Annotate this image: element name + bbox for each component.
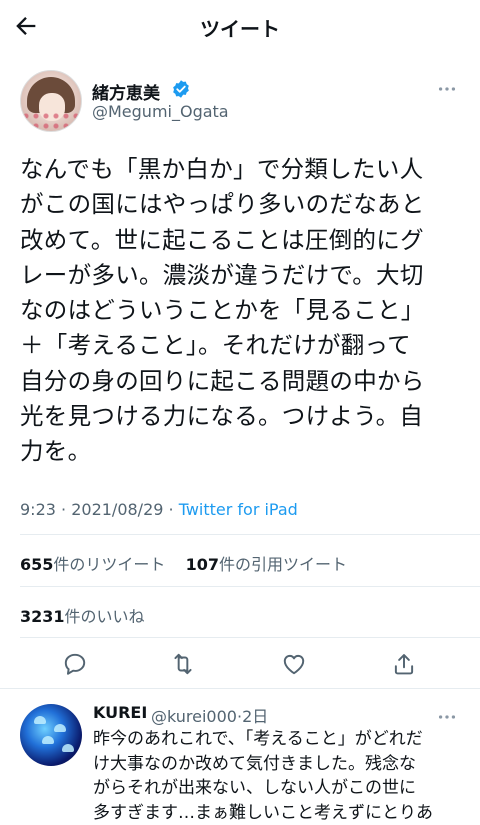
reply-author-name[interactable]: KUREI xyxy=(93,703,147,722)
reply-time: 2日 xyxy=(242,707,269,726)
retweet-quote-stats: 655件のリツイート 107件の引用ツイート xyxy=(20,551,347,575)
reply-text: 昨今のあれこれで、「考えること」がどれだ け大事なのか改めて気付きました。残念な… xyxy=(93,729,433,823)
author-avatar[interactable] xyxy=(20,70,82,132)
quote-label: 件の引用ツイート xyxy=(219,555,348,574)
reply-author-meta: @kurei000·2日 xyxy=(151,703,268,727)
action-bar xyxy=(0,645,480,685)
tweet-date: 2021/08/29 xyxy=(71,500,164,519)
more-options-icon[interactable] xyxy=(436,706,458,728)
retweet-label: 件のリツイート xyxy=(53,555,166,574)
tweet-time: 9:23 xyxy=(20,500,56,519)
divider xyxy=(20,534,480,535)
divider xyxy=(20,586,480,587)
like-count: 3231 xyxy=(20,607,65,626)
tweet-meta: 9:23 · 2021/08/29 · Twitter for iPad xyxy=(20,500,298,519)
likes-link[interactable]: 3231件のいいね xyxy=(20,603,145,627)
reply-avatar[interactable] xyxy=(20,704,82,766)
share-icon[interactable] xyxy=(391,651,417,677)
tweet-source-link[interactable]: Twitter for iPad xyxy=(179,500,298,519)
page-title: ツイート xyxy=(200,17,280,41)
reply-icon[interactable] xyxy=(62,651,88,677)
more-options-icon[interactable] xyxy=(436,78,458,100)
retweet-icon[interactable] xyxy=(170,651,196,677)
meta-separator: · xyxy=(168,500,179,519)
verified-badge-icon xyxy=(173,80,189,98)
meta-separator: · xyxy=(61,500,72,519)
divider xyxy=(0,688,480,689)
divider xyxy=(20,637,480,638)
reply-tweet[interactable]: KUREI @kurei000·2日 昨今のあれこれで、「考えること」がどれだ … xyxy=(0,690,480,823)
author-handle[interactable]: @Megumi_Ogata xyxy=(92,102,229,121)
tweet-author: 緒方恵美 @Megumi_Ogata xyxy=(20,70,460,132)
top-bar: ツイート xyxy=(0,0,480,52)
author-name[interactable]: 緒方恵美 xyxy=(92,79,160,104)
quotes-link[interactable]: 107件の引用ツイート xyxy=(186,555,347,574)
quote-count: 107 xyxy=(185,555,220,574)
reply-author-handle[interactable]: @kurei000 xyxy=(151,707,237,726)
retweets-link[interactable]: 655件のリツイート xyxy=(20,555,165,574)
like-icon[interactable] xyxy=(281,651,307,677)
tweet-text: なんでも「黒か白か」で分類したい人 がこの国にはやっぱり多いのだなあと 改めて。… xyxy=(20,155,425,466)
like-label: 件のいいね xyxy=(64,607,145,626)
retweet-count: 655 xyxy=(20,555,54,574)
